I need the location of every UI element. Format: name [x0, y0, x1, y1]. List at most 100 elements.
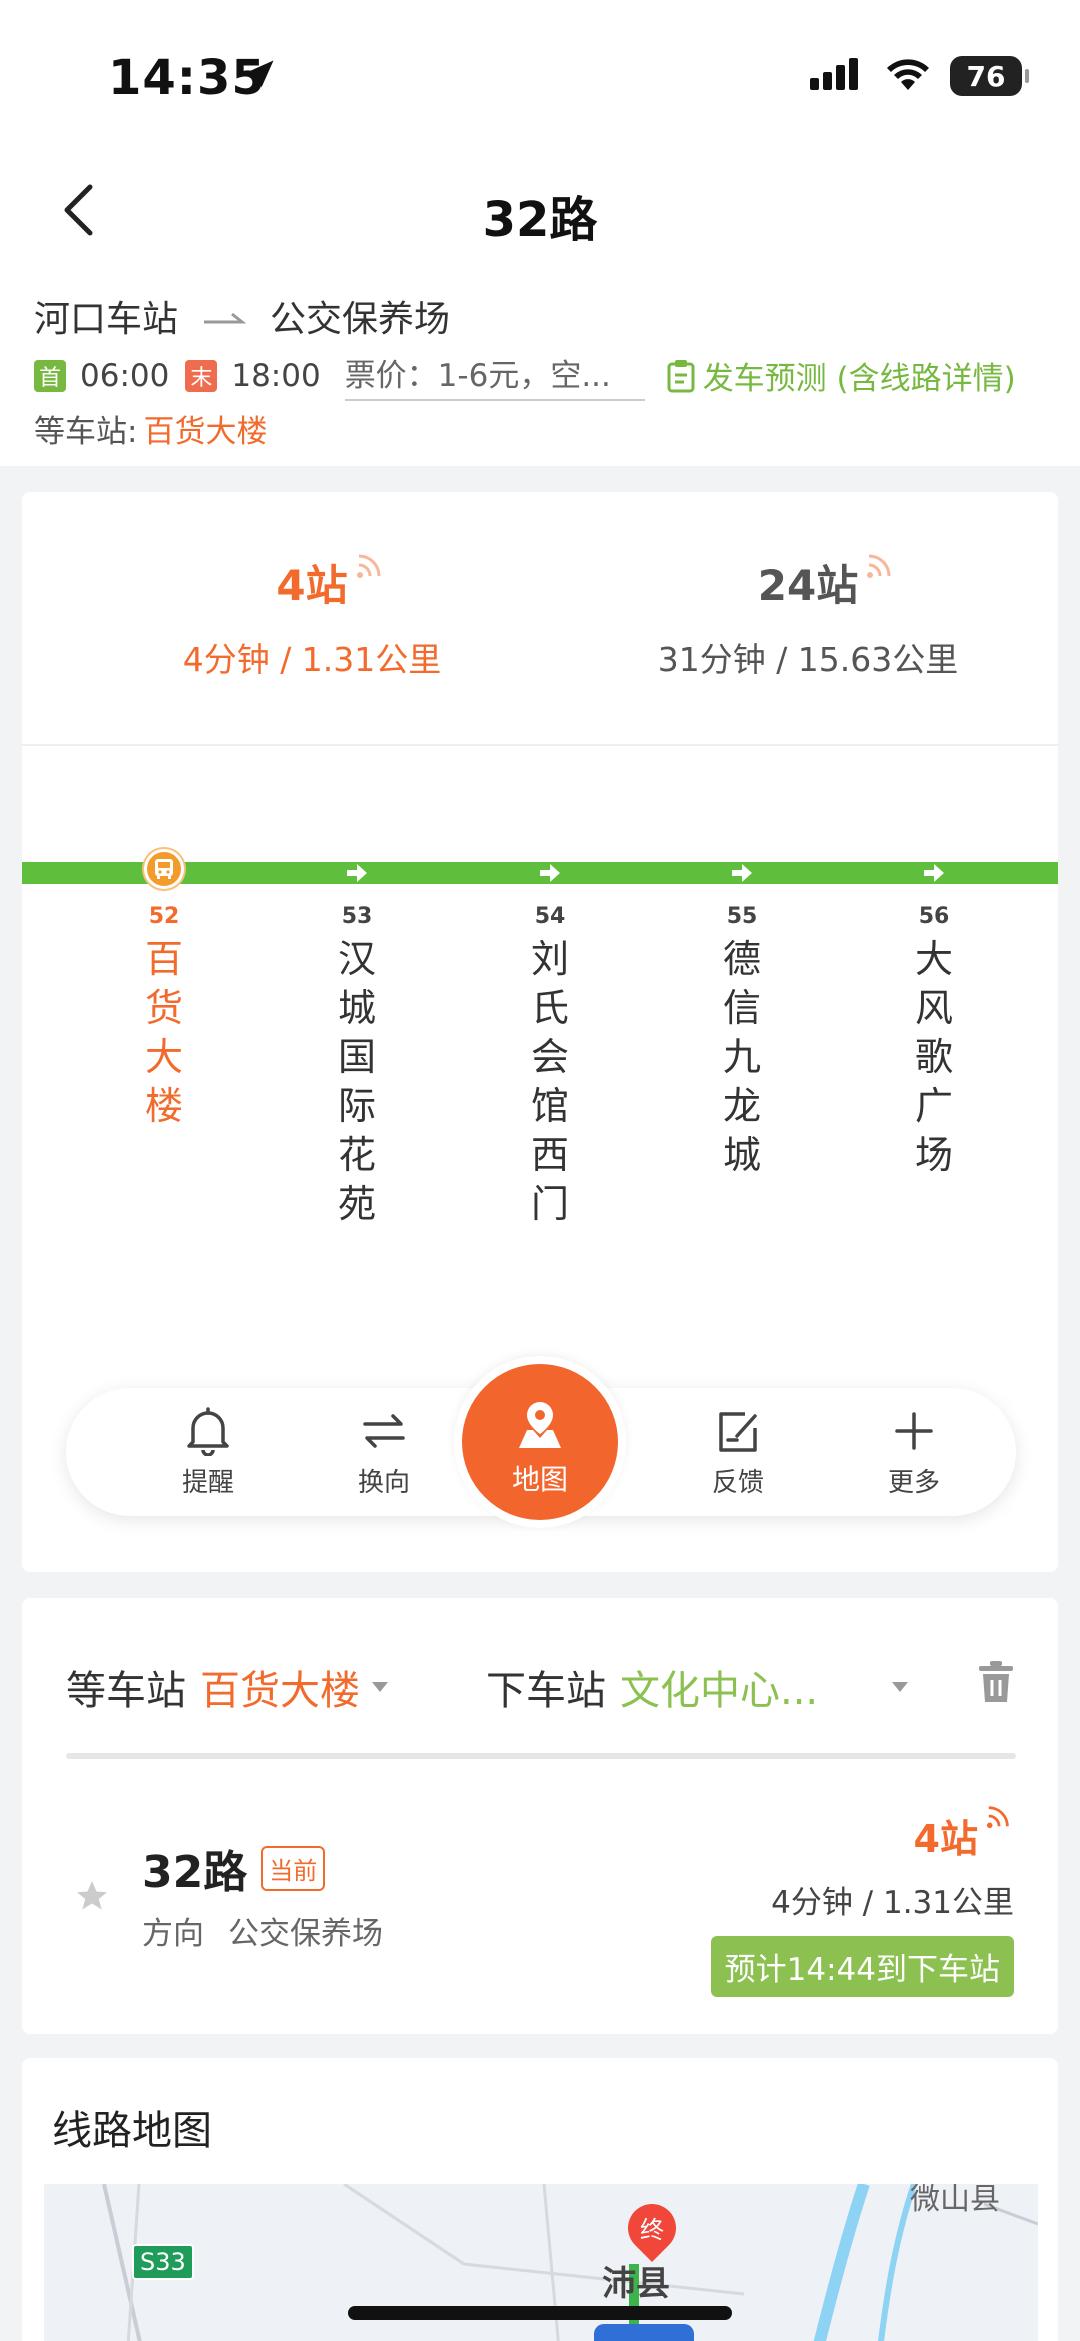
direction-arrow-icon	[347, 864, 367, 882]
caret-down-icon	[892, 1682, 908, 1692]
station-item[interactable]: 53 汉城国际花苑	[297, 854, 417, 1229]
eta-second-detail: 31分钟 / 15.63公里	[657, 640, 959, 679]
reverse-label: 换向	[357, 1468, 410, 1498]
station-name: 刘氏会馆西门	[530, 937, 569, 1226]
remind-label: 提醒	[181, 1468, 234, 1498]
plus-icon	[895, 1412, 933, 1450]
arrival-estimate-badge: 预计14:44到下车站	[710, 1936, 1014, 1997]
departure-forecast-label: 发车预测 (含线路详情)	[702, 361, 1016, 397]
road-shield-label: S33	[132, 2244, 194, 2280]
direction-label: 方向	[142, 1916, 204, 1952]
fare-info[interactable]: 票价：1-6元，空...	[344, 350, 645, 401]
bus-stop-icon	[144, 849, 184, 889]
route-header: 32路 河口车站 公交保养场 首 06:00 末 18:00 票价：1-6元，空…	[0, 150, 1080, 466]
station-item[interactable]: 52 百货大楼	[104, 849, 224, 1131]
status-bar: 14:35 76	[0, 0, 1080, 150]
last-bus-tag: 末	[185, 359, 218, 392]
map-button-ring: 地图	[454, 1356, 626, 1528]
route-eta-detail: 4分钟 / 1.31公里	[771, 1885, 1014, 1921]
route-endpoints: 河口车站 公交保养场	[34, 290, 450, 342]
county-label: 沛县	[602, 2264, 670, 2304]
wait-station-dropdown[interactable]: 百货大楼	[200, 1658, 390, 1716]
schedule-info: 首 06:00 末 18:00 票价：1-6元，空... 发车预测 (含线路详情…	[34, 350, 1016, 401]
trip-card: 等车站 百货大楼 下车站 文化中心... 32路 当前 方向 公交保养场 4站 …	[22, 1598, 1058, 2034]
eta-first-bus: 4站 4分钟 / 1.31公里	[92, 552, 532, 681]
feedback-button[interactable]: 反馈	[678, 1406, 798, 1499]
delete-button[interactable]	[976, 1660, 1016, 1714]
direction-arrow-icon	[540, 864, 560, 882]
first-bus-tag: 首	[34, 359, 66, 392]
arrow-right-icon	[202, 296, 247, 337]
realtime-signal-icon	[866, 540, 894, 589]
more-label: 更多	[887, 1468, 940, 1498]
waiting-station-line: 等车站: 百货大楼	[34, 406, 267, 451]
home-indicator[interactable]	[348, 2306, 732, 2320]
wait-station-label: 等车站	[66, 1668, 186, 1714]
direction-info: 方向 公交保养场	[142, 1908, 383, 1953]
favorite-star-icon[interactable]	[74, 1878, 110, 1918]
waiting-station-name[interactable]: 百货大楼	[143, 414, 267, 450]
cellular-signal-icon	[810, 56, 866, 96]
page-title: 32路	[482, 192, 598, 248]
battery-indicator: 76	[950, 56, 1029, 96]
location-arrow-icon	[242, 56, 278, 96]
station-item[interactable]: 55 德信九龙城	[682, 854, 802, 1180]
alight-station-value: 文化中心...	[620, 1668, 819, 1714]
end-marker-label: 终	[640, 2216, 664, 2244]
remind-button[interactable]: 提醒	[148, 1406, 268, 1499]
status-indicators: 76	[810, 56, 1029, 96]
swap-arrows-icon	[363, 1414, 405, 1448]
map-button[interactable]: 地图	[462, 1364, 618, 1520]
eta-second-stops: 24站	[757, 561, 859, 610]
last-bus-time: 18:00	[231, 357, 321, 394]
route-eta: 4站 4分钟 / 1.31公里 预计14:44到下车站	[710, 1806, 1014, 1997]
direction-arrow-icon	[924, 864, 944, 882]
route-number: 32路 当前	[142, 1836, 326, 1900]
first-bus-time: 06:00	[80, 357, 170, 394]
station-name: 汉城国际花苑	[337, 937, 376, 1226]
route-number-text: 32路	[142, 1847, 248, 1898]
bus-line-card: 4站 4分钟 / 1.31公里 24站 31分钟 / 15.63公里 52 百货…	[22, 492, 1058, 1572]
station-number: 52	[148, 904, 180, 929]
wait-station-value: 百货大楼	[200, 1668, 360, 1714]
station-selector: 等车站 百货大楼 下车站 文化中心...	[66, 1658, 1016, 1716]
station-number: 55	[726, 904, 758, 929]
waiting-station-label: 等车站:	[34, 414, 138, 450]
bell-icon	[187, 1407, 229, 1456]
route-origin: 河口车站	[34, 299, 179, 340]
more-button[interactable]: 更多	[854, 1406, 974, 1499]
direction-arrow-icon	[732, 864, 752, 882]
route-destination: 公交保养场	[270, 299, 451, 340]
eta-second-bus: 24站 31分钟 / 15.63公里	[588, 552, 1028, 681]
map-pin-icon	[519, 1402, 561, 1448]
eta-first-detail: 4分钟 / 1.31公里	[182, 640, 442, 679]
station-number: 54	[534, 904, 566, 929]
reverse-direction-button[interactable]: 换向	[324, 1406, 444, 1499]
trash-icon	[979, 1661, 1013, 1702]
divider	[22, 744, 1058, 746]
station-name: 大风歌广场	[914, 937, 953, 1177]
edit-note-icon	[719, 1412, 757, 1452]
selector-divider	[66, 1753, 1016, 1759]
current-tag: 当前	[261, 1845, 326, 1891]
alight-station-dropdown[interactable]: 文化中心...	[620, 1658, 910, 1716]
route-eta-stops: 4站	[913, 1817, 978, 1861]
station-number: 56	[918, 904, 950, 929]
feedback-label: 反馈	[711, 1468, 764, 1498]
station-item[interactable]: 54 刘氏会馆西门	[490, 854, 610, 1229]
direction-value: 公交保养场	[228, 1916, 383, 1952]
caret-down-icon	[372, 1682, 388, 1692]
bus-vehicle-icon	[594, 2324, 694, 2341]
station-number: 53	[341, 904, 373, 929]
route-map-card: 线路地图 S33 沛县 微山县 终	[22, 2058, 1058, 2341]
route-map-title: 线路地图	[52, 2108, 212, 2154]
station-name: 百货大楼	[144, 937, 183, 1128]
alight-station-label: 下车站	[486, 1668, 606, 1714]
county-label-2: 微山县	[910, 2184, 1000, 2217]
realtime-signal-icon	[986, 1794, 1012, 1838]
realtime-signal-icon	[356, 540, 384, 589]
station-item[interactable]: 56 大风歌广场	[874, 854, 994, 1180]
departure-forecast-link[interactable]: 发车预测 (含线路详情)	[667, 353, 1016, 398]
station-name: 德信九龙城	[722, 937, 761, 1177]
clipboard-icon	[667, 359, 695, 392]
